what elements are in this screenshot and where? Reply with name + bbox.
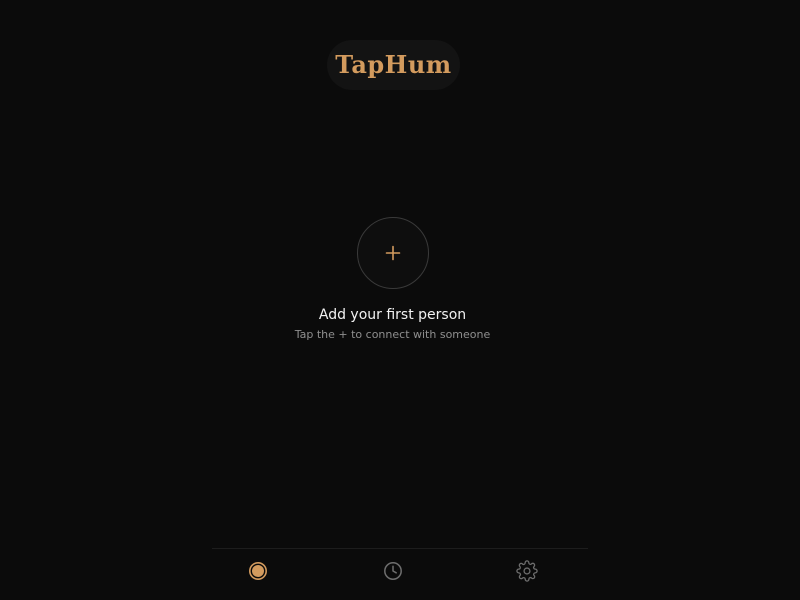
nav-settings-tab[interactable] xyxy=(515,559,539,583)
empty-state-subtitle: Tap the + to connect with someone xyxy=(294,328,491,341)
clock-icon xyxy=(384,562,402,580)
app-screen: TapHum Add your first person Tap the + t… xyxy=(0,0,800,600)
empty-state: Add your first person Tap the + to conne… xyxy=(200,217,585,343)
nav-home-tab[interactable] xyxy=(246,559,270,583)
plus-icon xyxy=(385,245,400,261)
add-person-button[interactable] xyxy=(356,217,429,289)
brand-pill: TapHum xyxy=(327,40,460,90)
gear-icon xyxy=(516,560,538,582)
bottom-navigation xyxy=(212,548,588,600)
brand-logo-text: TapHum xyxy=(335,50,452,79)
circle-dot-icon xyxy=(249,562,267,580)
empty-state-title: Add your first person xyxy=(318,307,467,323)
nav-history-tab[interactable] xyxy=(381,559,405,583)
